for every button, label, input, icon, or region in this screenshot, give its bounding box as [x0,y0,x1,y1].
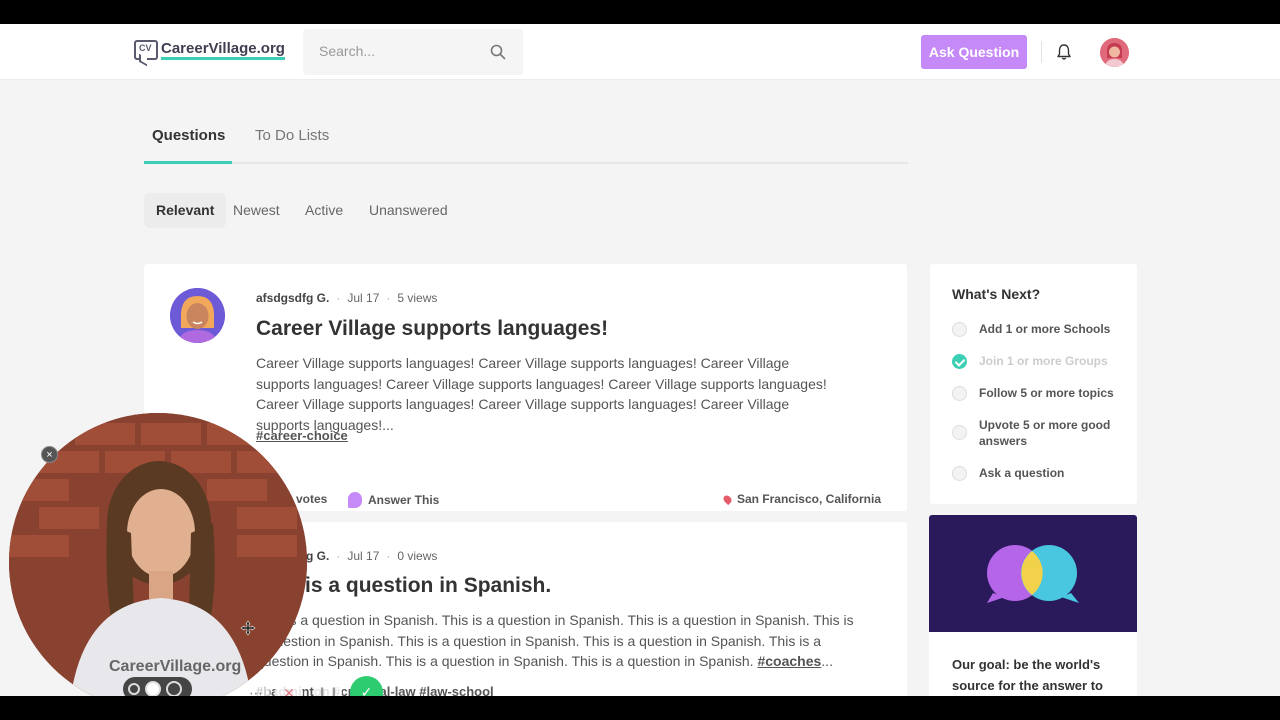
tab-to-do-lists[interactable]: To Do Lists [255,127,329,144]
question-date: Jul 17 [347,291,380,305]
question-date: Jul 17 [347,549,380,563]
filter-active[interactable]: Active [293,193,355,228]
author-name[interactable]: afsdgsdfg G. [256,291,329,305]
todo-label: Follow 5 or more topics [979,386,1114,400]
move-icon[interactable] [240,620,256,636]
todo-item[interactable]: Add 1 or more Schools [952,321,1110,337]
filter-newest[interactable]: Newest [221,193,292,228]
location-pin-icon [721,493,734,505]
answer-this-label: Answer This [368,493,440,507]
filter-unanswered[interactable]: Unanswered [357,193,460,228]
question-location: San Francisco, California [721,492,881,506]
camera-mode-toggle[interactable] [123,677,192,696]
mode-dot-icon[interactable] [166,681,182,696]
top-navigation-bar: CV CareerVillage.org Ask Question [0,24,1280,80]
speech-bubble-icon [348,492,362,508]
goal-text: Our goal: be the world's source for the … [929,632,1137,696]
logo-text: CareerVillage.org [161,40,285,60]
question-body: This is a question in Spanish. This is a… [256,612,854,669]
todo-label: Add 1 or more Schools [979,322,1111,336]
question-title[interactable]: Career Village supports languages! [256,317,608,341]
logo[interactable]: CV CareerVillage.org [134,40,285,60]
answer-this-button[interactable]: Answer This [348,492,439,508]
todo-item[interactable]: Follow 5 or more topics [952,385,1114,401]
location-label: San Francisco, California [736,492,881,506]
search-icon[interactable] [490,44,506,60]
tab-questions[interactable]: Questions [152,127,225,144]
author-avatar[interactable] [170,288,225,343]
todo-item[interactable]: Join 1 or more Groups [952,353,1108,369]
checkbox-icon[interactable] [952,425,967,440]
whats-next-title: What's Next? [952,286,1041,302]
todo-label: Upvote 5 or more good answers [979,418,1111,448]
checkbox-icon[interactable] [952,466,967,481]
active-tab-indicator [144,161,232,164]
checkmark-icon[interactable] [952,354,967,369]
goal-banner-illustration [929,515,1137,632]
bell-icon[interactable] [1055,43,1073,61]
mode-dot-icon[interactable] [145,681,161,696]
close-webcam-button[interactable]: × [41,446,58,463]
todo-item[interactable]: Ask a question [952,465,1064,481]
question-body: Career Village supports languages! Caree… [256,355,827,433]
ask-question-button[interactable]: Ask Question [921,35,1027,69]
logo-icon: CV [134,40,158,60]
view-count: 0 views [397,549,438,563]
speech-bubbles-icon [987,545,1079,603]
view-count: 5 views [397,291,438,305]
user-avatar[interactable] [1100,38,1129,67]
whats-next-panel: What's Next? Add 1 or more Schools Join … [930,264,1137,504]
app-frame: CV CareerVillage.org Ask Question [0,24,1280,696]
search-input[interactable] [319,43,479,59]
todo-label: Ask a question [979,466,1065,480]
checkbox-icon[interactable] [952,386,967,401]
filter-relevant[interactable]: Relevant [144,193,227,228]
todo-label: Join 1 or more Groups [979,354,1108,368]
mode-dot-icon[interactable] [128,683,140,695]
main-tabs: Questions To Do Lists [144,117,908,164]
todo-item[interactable]: Upvote 5 or more good answers [952,417,1112,449]
checkbox-icon[interactable] [952,322,967,337]
search-box[interactable] [303,29,523,75]
question-meta: afsdgsdfg G. · Jul 17 · 5 views [256,291,438,305]
header-divider [1041,41,1042,63]
shirt-text: CareerVillage.org [109,658,241,675]
question-tags[interactable]: #career-choice [256,428,348,443]
inline-tag[interactable]: #coaches [757,653,821,669]
